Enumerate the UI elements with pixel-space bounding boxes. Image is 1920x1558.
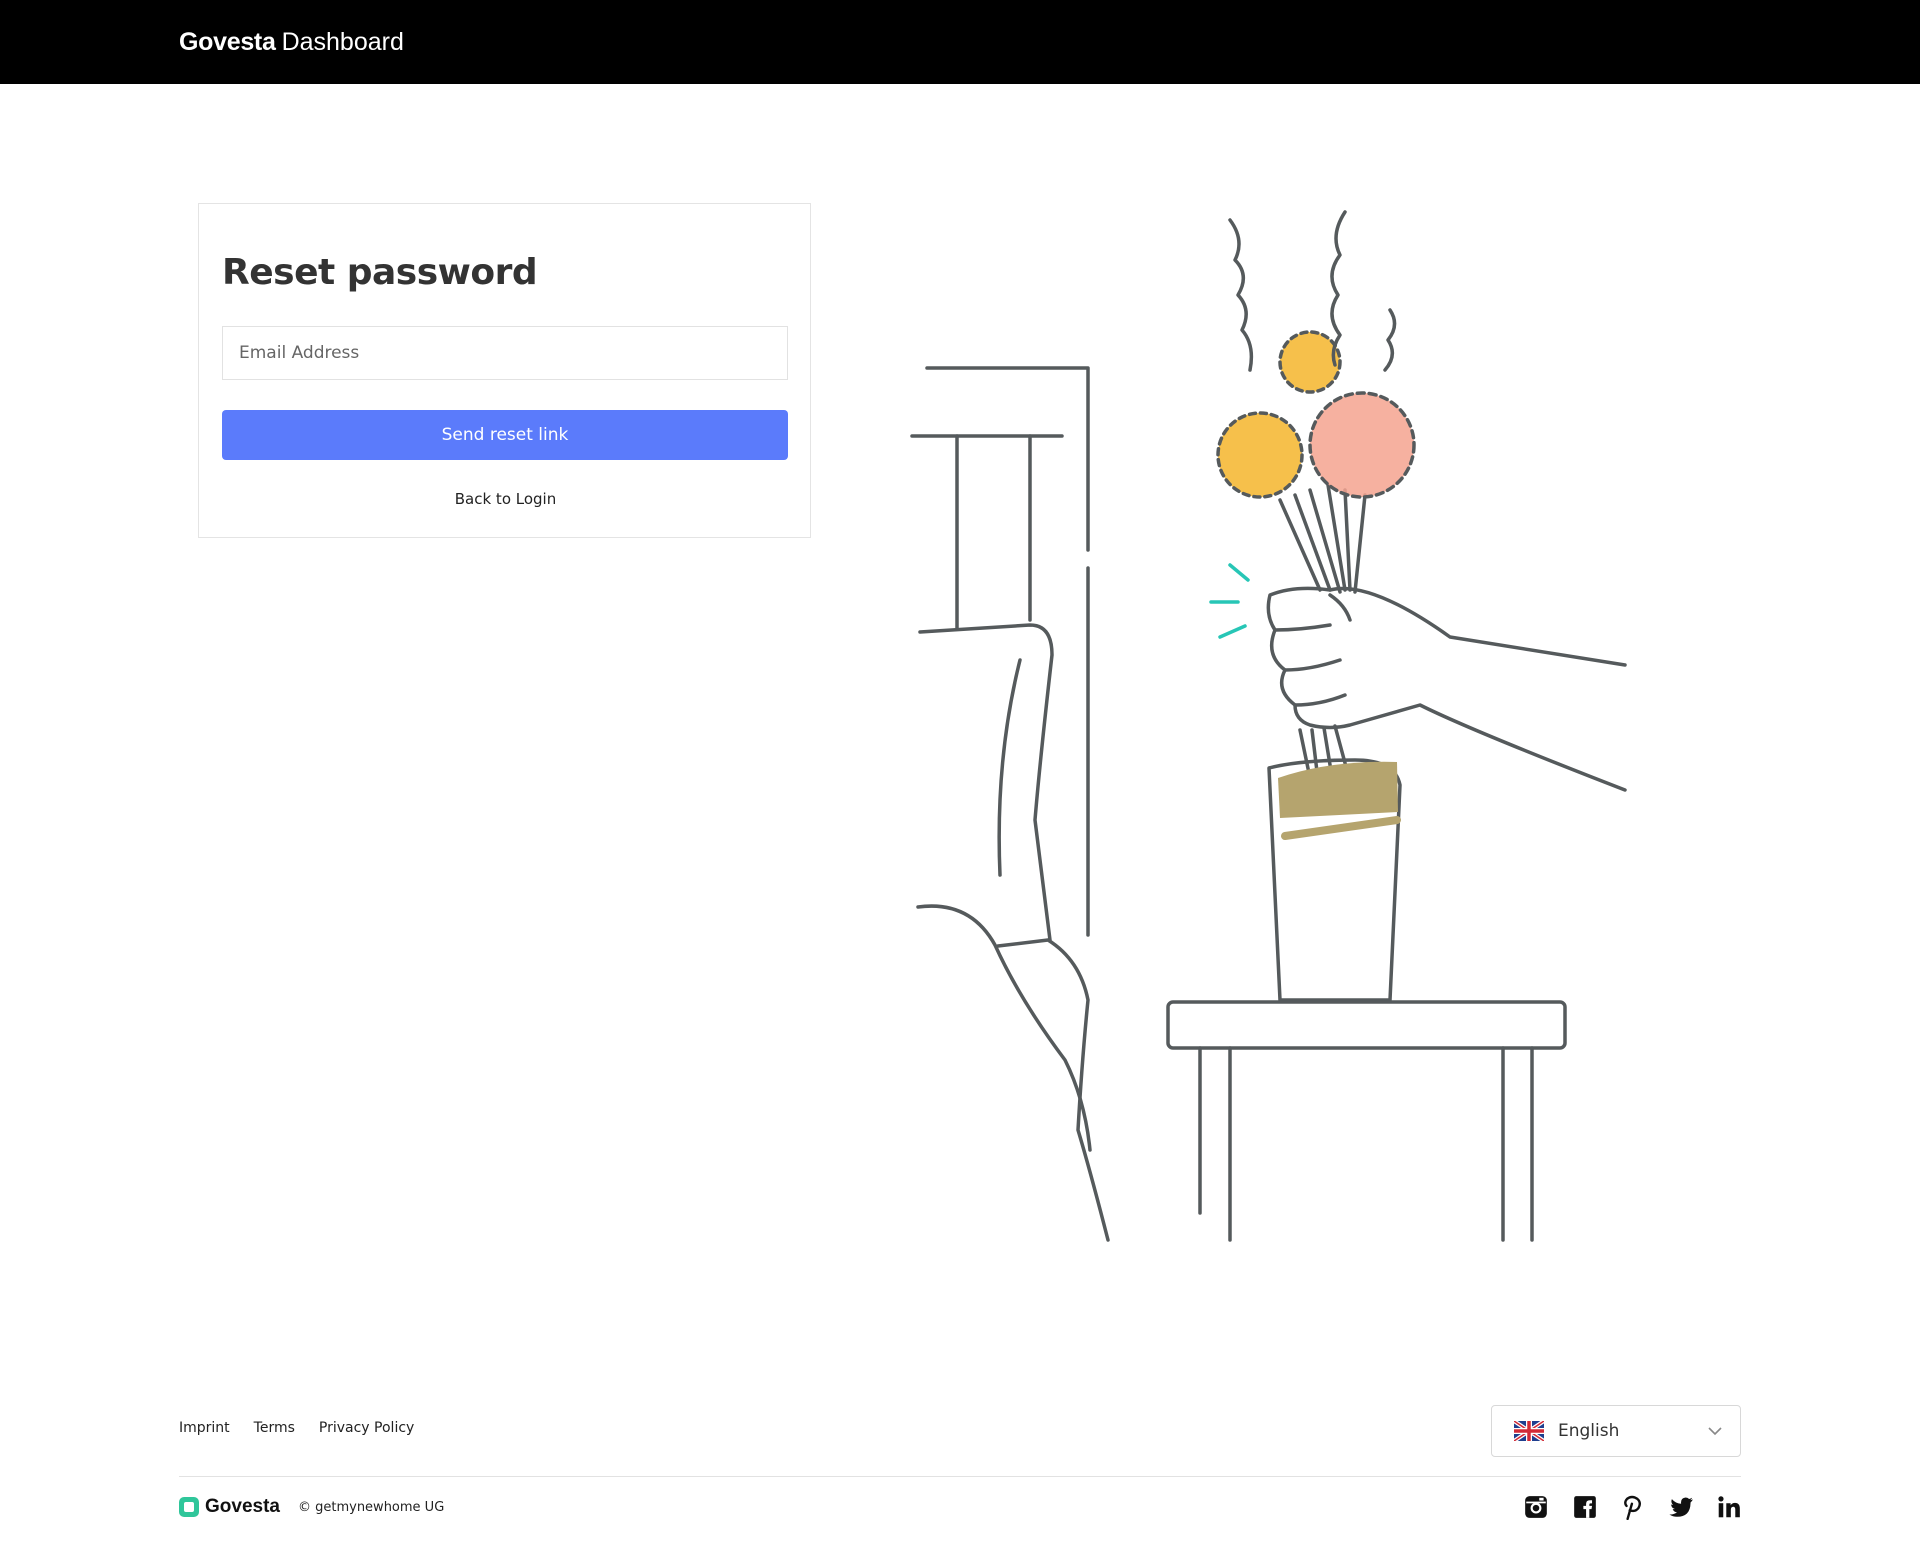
chevron-down-icon bbox=[1708, 1427, 1722, 1436]
back-to-login-link[interactable]: Back to Login bbox=[199, 490, 812, 508]
linkedin-icon[interactable] bbox=[1716, 1494, 1742, 1520]
email-input[interactable] bbox=[222, 326, 788, 380]
privacy-policy-link[interactable]: Privacy Policy bbox=[319, 1420, 414, 1436]
flowers-illustration bbox=[910, 210, 1627, 1242]
terms-link[interactable]: Terms bbox=[254, 1420, 295, 1436]
top-navbar: Govesta Dashboard bbox=[0, 0, 1920, 84]
twitter-icon[interactable] bbox=[1668, 1494, 1694, 1520]
brand-logo[interactable]: Govesta Dashboard bbox=[179, 26, 404, 58]
reset-password-card: Reset password Send reset link Back to L… bbox=[198, 203, 811, 538]
brand-subtitle: Dashboard bbox=[281, 28, 404, 56]
pinterest-icon[interactable] bbox=[1620, 1494, 1646, 1520]
copyright-text: © getmynewhome UG bbox=[297, 1499, 445, 1515]
footer-links: Imprint Terms Privacy Policy bbox=[179, 1420, 414, 1436]
imprint-link[interactable]: Imprint bbox=[179, 1420, 230, 1436]
govesta-logo-icon bbox=[179, 1497, 199, 1517]
footer-brand-name: Govesta bbox=[205, 1496, 280, 1517]
brand-name: Govesta bbox=[179, 28, 276, 56]
language-selector[interactable]: English bbox=[1491, 1405, 1741, 1457]
footer-divider bbox=[179, 1476, 1741, 1477]
language-label: English bbox=[1558, 1421, 1620, 1441]
uk-flag-icon bbox=[1514, 1421, 1544, 1441]
footer-brand: Govesta © getmynewhome UG bbox=[179, 1496, 444, 1518]
send-reset-link-button[interactable]: Send reset link bbox=[222, 410, 788, 460]
page-title: Reset password bbox=[222, 252, 538, 293]
instagram-icon[interactable] bbox=[1523, 1494, 1549, 1520]
facebook-icon[interactable] bbox=[1572, 1494, 1598, 1520]
